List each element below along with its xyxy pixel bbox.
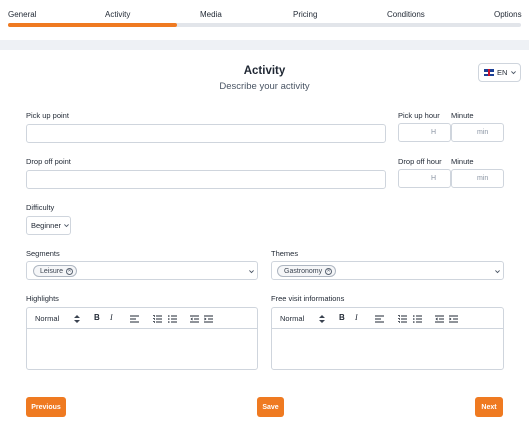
language-code: EN bbox=[497, 68, 508, 77]
language-selector[interactable]: EN bbox=[478, 63, 521, 82]
dropoff-hour-label: Drop off hour bbox=[398, 157, 442, 166]
align-icon[interactable] bbox=[130, 315, 139, 323]
step-conditions[interactable]: Conditions bbox=[387, 10, 425, 19]
step-general[interactable]: General bbox=[8, 10, 36, 19]
step-activity[interactable]: Activity bbox=[105, 10, 130, 19]
outdent-icon[interactable] bbox=[190, 315, 199, 323]
free-visit-label: Free visit informations bbox=[271, 294, 345, 303]
bold-button[interactable]: B bbox=[339, 313, 345, 322]
highlights-editor[interactable]: Normal B I bbox=[26, 307, 258, 370]
next-button[interactable]: Next bbox=[475, 397, 503, 417]
dropoff-point-input[interactable] bbox=[26, 170, 386, 189]
chevron-down-icon bbox=[249, 270, 254, 274]
difficulty-value: Beginner bbox=[31, 221, 62, 230]
align-icon[interactable] bbox=[375, 315, 384, 323]
page-title: Activity bbox=[243, 65, 286, 77]
difficulty-select[interactable]: Beginner bbox=[26, 216, 71, 235]
dropoff-minute-input[interactable]: min bbox=[451, 169, 504, 188]
remove-chip-icon[interactable]: ✕ bbox=[325, 267, 333, 275]
chevron-down-icon bbox=[511, 71, 517, 75]
uk-flag-icon bbox=[484, 69, 494, 76]
previous-button[interactable]: Previous bbox=[26, 397, 66, 417]
indent-icon[interactable] bbox=[449, 315, 458, 323]
section-divider bbox=[0, 40, 529, 50]
pickup-hour-input[interactable]: H bbox=[398, 123, 451, 142]
sort-arrows-icon bbox=[319, 315, 325, 323]
segments-label: Segments bbox=[26, 249, 60, 258]
segments-select[interactable]: Leisure ✕ bbox=[26, 261, 258, 280]
pickup-minute-input[interactable]: min bbox=[451, 123, 504, 142]
pickup-minute-label: Minute bbox=[451, 111, 474, 120]
editor-toolbar: Normal B I bbox=[272, 308, 503, 329]
progress-track bbox=[8, 23, 521, 27]
ordered-list-icon[interactable] bbox=[398, 315, 407, 323]
format-select[interactable]: Normal bbox=[35, 314, 59, 323]
dropoff-hour-placeholder: H bbox=[431, 175, 437, 182]
bullet-list-icon[interactable] bbox=[413, 315, 422, 323]
step-options[interactable]: Options bbox=[494, 10, 522, 19]
pickup-hour-label: Pick up hour bbox=[398, 111, 440, 120]
bullet-list-icon[interactable] bbox=[168, 315, 177, 323]
dropoff-point-label: Drop off point bbox=[26, 157, 71, 166]
sort-arrows-icon bbox=[74, 315, 80, 323]
dropoff-minute-label: Minute bbox=[451, 157, 474, 166]
theme-chip: Gastronomy ✕ bbox=[277, 265, 337, 277]
editor-toolbar: Normal B I bbox=[27, 308, 257, 329]
pickup-point-label: Pick up point bbox=[26, 111, 69, 120]
step-media[interactable]: Media bbox=[200, 10, 222, 19]
save-button[interactable]: Save bbox=[257, 397, 284, 417]
chevron-down-icon bbox=[495, 270, 500, 274]
themes-select[interactable]: Gastronomy ✕ bbox=[271, 261, 504, 280]
chevron-down-icon bbox=[64, 224, 69, 228]
italic-button[interactable]: I bbox=[355, 313, 358, 322]
remove-chip-icon[interactable]: ✕ bbox=[65, 267, 73, 275]
ordered-list-icon[interactable] bbox=[153, 315, 162, 323]
highlights-label: Highlights bbox=[26, 294, 59, 303]
italic-button[interactable]: I bbox=[110, 313, 113, 322]
themes-label: Themes bbox=[271, 249, 299, 258]
theme-chip-label: Gastronomy bbox=[284, 267, 323, 275]
dropoff-hour-input[interactable]: H bbox=[398, 169, 451, 188]
dropoff-minute-placeholder: min bbox=[477, 175, 489, 182]
bold-button[interactable]: B bbox=[94, 313, 100, 322]
segment-chip-label: Leisure bbox=[40, 267, 63, 275]
step-pricing[interactable]: Pricing bbox=[293, 10, 317, 19]
indent-icon[interactable] bbox=[204, 315, 213, 323]
format-select[interactable]: Normal bbox=[280, 314, 304, 323]
pickup-point-input[interactable] bbox=[26, 124, 386, 143]
free-visit-editor[interactable]: Normal B I bbox=[271, 307, 504, 370]
difficulty-label: Difficulty bbox=[26, 203, 55, 212]
pickup-hour-placeholder: H bbox=[431, 129, 437, 136]
outdent-icon[interactable] bbox=[435, 315, 444, 323]
progress-fill bbox=[8, 23, 178, 27]
pickup-minute-placeholder: min bbox=[477, 129, 489, 136]
segment-chip: Leisure ✕ bbox=[33, 265, 77, 277]
page-subtitle: Describe your activity bbox=[219, 81, 310, 92]
